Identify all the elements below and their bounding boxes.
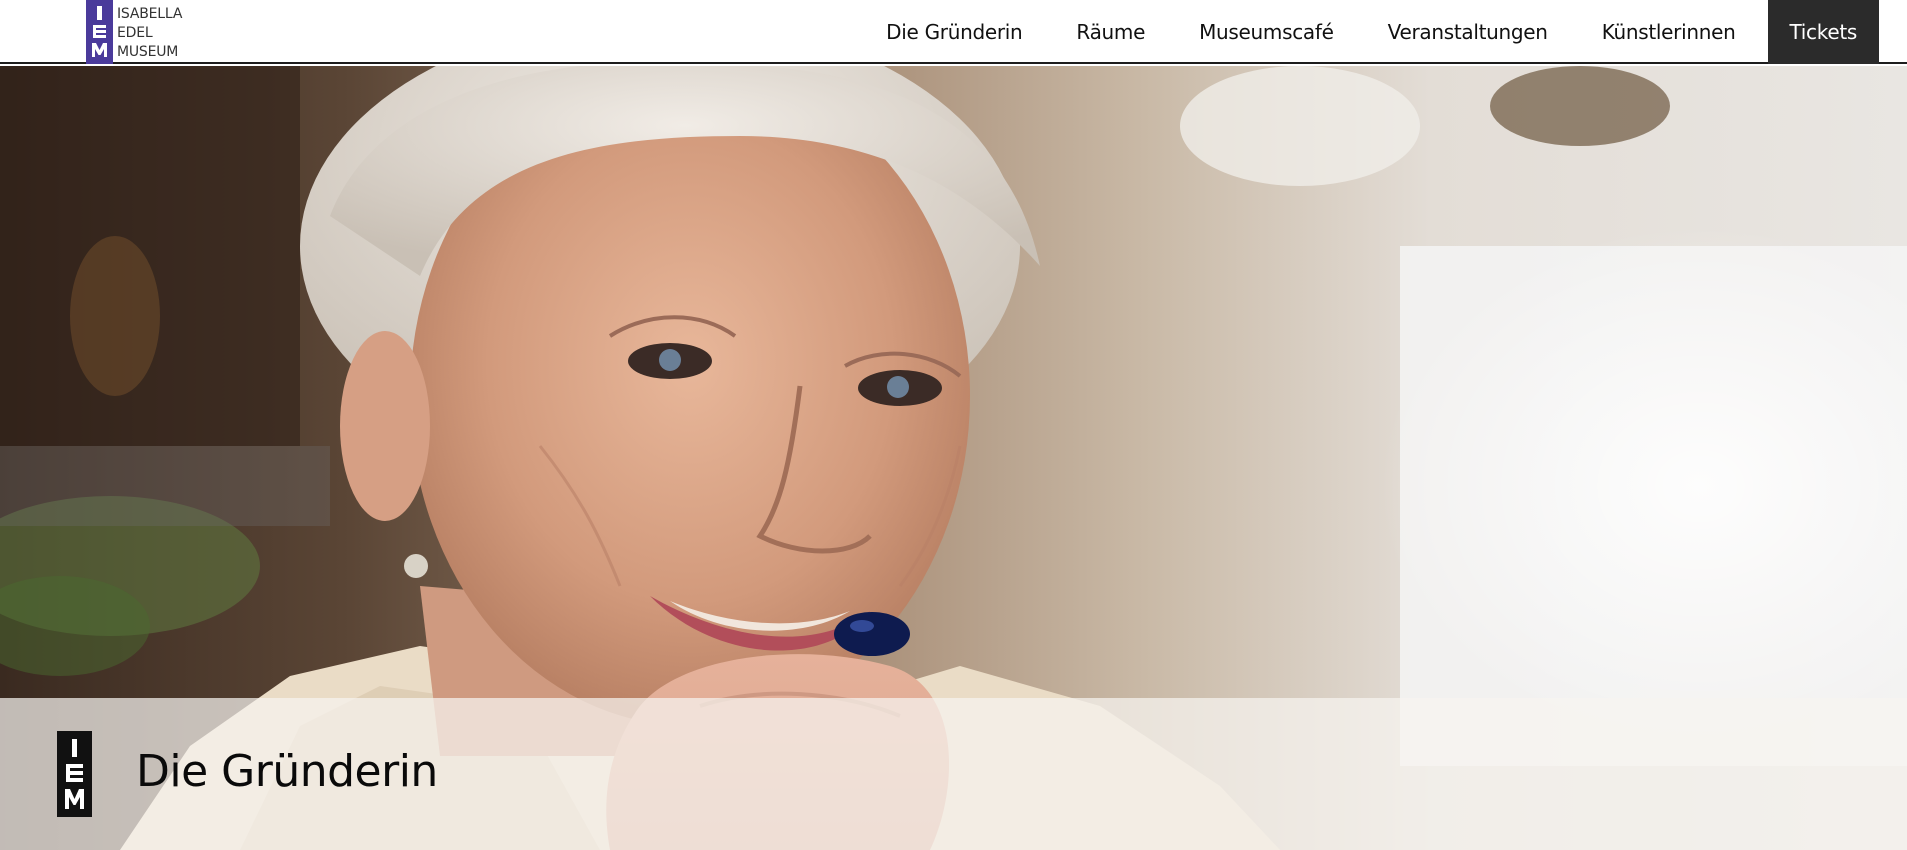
nav-item-veranstaltungen[interactable]: Veranstaltungen <box>1366 0 1570 64</box>
tickets-button[interactable]: Tickets <box>1767 0 1879 64</box>
page-title-band: Die Gründerin <box>0 698 1907 850</box>
logo-wordmark: ISABELLA EDEL MUSEUM <box>117 5 182 62</box>
logo-line-2: EDEL <box>117 25 153 41</box>
page-title: Die Gründerin <box>136 746 438 797</box>
nav-item-raeume[interactable]: Räume <box>1054 0 1167 64</box>
iem-logo-icon <box>86 0 113 64</box>
logo-line-3: MUSEUM <box>117 44 179 60</box>
main-nav: Die Gründerin Räume Museumscafé Veransta… <box>864 0 1879 64</box>
logo-line-1: ISABELLA <box>117 6 183 22</box>
nav-item-gruenderin[interactable]: Die Gründerin <box>864 0 1044 64</box>
site-header: ISABELLA EDEL MUSEUM Die Gründerin Räume… <box>0 0 1907 64</box>
museum-logo[interactable]: ISABELLA EDEL MUSEUM <box>86 0 182 64</box>
iem-logo-icon <box>57 731 92 817</box>
nav-item-museumscafe[interactable]: Museumscafé <box>1177 0 1356 64</box>
nav-item-kuenstlerinnen[interactable]: Künstlerinnen <box>1580 0 1758 64</box>
